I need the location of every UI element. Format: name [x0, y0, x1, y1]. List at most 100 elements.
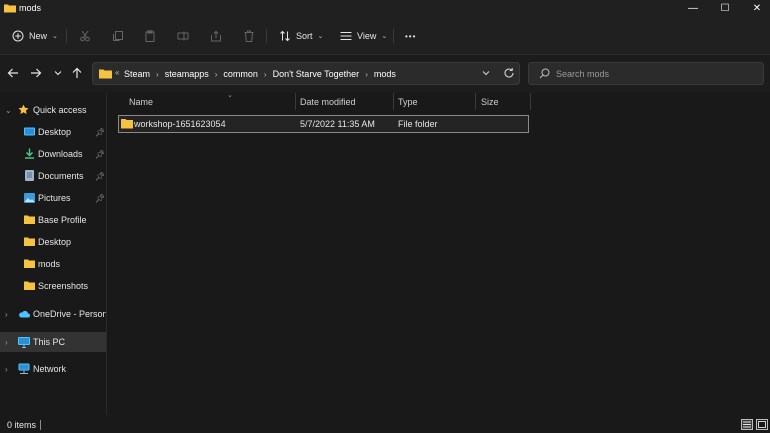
more-options-button[interactable]: •••	[405, 27, 416, 45]
recent-locations-button[interactable]	[49, 65, 67, 83]
navigation-pane: ⌄ Quick access Desktop 📌︎ Downloads 📌︎ D…	[0, 93, 115, 415]
pictures-icon	[24, 193, 35, 205]
chevron-right-icon[interactable]: ›	[365, 70, 368, 79]
column-divider[interactable]	[475, 93, 476, 110]
sidebar-item-mods[interactable]: mods	[0, 254, 106, 274]
plus-circle-icon	[12, 30, 24, 42]
up-button[interactable]	[68, 65, 86, 83]
delete-button[interactable]	[243, 27, 255, 45]
document-icon	[25, 170, 34, 183]
crumb-steamapps[interactable]: steamapps	[165, 69, 209, 79]
maximize-button[interactable]: ☐	[709, 0, 741, 17]
sidebar-item-label: Quick access	[33, 105, 87, 115]
column-divider[interactable]	[393, 93, 394, 110]
folder-icon	[24, 259, 35, 270]
file-list: Name ⌄ Date modified Type Size workshop-…	[107, 92, 770, 415]
window-title: mods	[19, 3, 42, 13]
forward-button[interactable]	[27, 65, 45, 83]
cut-button[interactable]	[79, 27, 91, 45]
arrow-left-icon	[7, 67, 19, 81]
breadcrumb: Steam › steamapps › common › Don't Starv…	[124, 69, 396, 79]
sidebar-item-label: OneDrive - Personal	[33, 309, 115, 319]
star-icon	[18, 104, 29, 117]
sidebar-item-screenshots[interactable]: Screenshots	[0, 276, 106, 296]
desktop-icon	[24, 127, 35, 139]
sidebar-item-quick-access[interactable]: ⌄ Quick access	[0, 100, 106, 120]
chevron-down-icon: ⌄	[52, 33, 58, 40]
details-view-button[interactable]	[741, 419, 753, 430]
table-row[interactable]: workshop-1651623054 5/7/2022 11:35 AM Fi…	[118, 115, 529, 133]
sidebar-item-label: Network	[33, 364, 67, 374]
file-date: 5/7/2022 11:35 AM	[300, 119, 375, 129]
column-header-name[interactable]: Name ⌄	[129, 92, 295, 110]
column-header-date[interactable]: Date modified	[300, 93, 392, 110]
chevron-down-icon[interactable]: ⌄	[5, 106, 12, 115]
sidebar-item-network[interactable]: › Network	[0, 359, 106, 379]
column-header-type[interactable]: Type	[398, 93, 474, 110]
column-divider[interactable]	[295, 93, 296, 110]
sidebar-item-base-profile[interactable]: Base Profile	[0, 210, 106, 230]
status-divider	[40, 420, 41, 430]
copy-icon	[112, 30, 124, 42]
search-input[interactable]	[556, 66, 756, 81]
share-button[interactable]	[210, 27, 222, 45]
rename-button[interactable]	[177, 27, 189, 45]
chevron-right-icon[interactable]: ›	[5, 338, 8, 347]
folder-icon	[121, 118, 133, 131]
search-box[interactable]	[528, 62, 764, 85]
sidebar-item-label: Desktop	[38, 127, 72, 137]
sidebar-item-onedrive[interactable]: › OneDrive - Personal	[0, 304, 115, 324]
sidebar-item-desktop-folder[interactable]: Desktop	[0, 232, 106, 252]
crumb-steam[interactable]: Steam	[124, 69, 150, 79]
refresh-button[interactable]	[503, 67, 515, 81]
large-icons-view-button[interactable]	[756, 419, 768, 430]
sidebar-item-label: Pictures	[38, 193, 71, 203]
close-button[interactable]: ✕	[741, 0, 770, 17]
toolbar-divider	[66, 29, 67, 43]
toolbar-divider	[266, 29, 267, 43]
chevron-right-icon[interactable]: ›	[264, 70, 267, 79]
back-button[interactable]	[4, 65, 22, 83]
address-bar[interactable]: « Steam › steamapps › common › Don't Sta…	[92, 62, 520, 85]
arrow-right-icon	[30, 67, 42, 81]
chevron-right-icon[interactable]: ›	[5, 365, 8, 374]
status-bar: 0 items	[0, 415, 770, 433]
sidebar-item-desktop[interactable]: Desktop 📌︎	[0, 122, 106, 142]
chevron-down-icon: ⌄	[381, 33, 388, 40]
refresh-icon	[504, 68, 514, 78]
rename-icon	[177, 30, 189, 42]
pin-icon: 📌︎	[95, 127, 106, 137]
folder-icon	[99, 68, 112, 81]
details-view-icon	[743, 421, 751, 428]
crumb-common[interactable]: common	[223, 69, 258, 79]
chevron-right-icon[interactable]: ›	[215, 70, 218, 79]
crumb-mods[interactable]: mods	[374, 69, 396, 79]
column-divider[interactable]	[530, 93, 531, 110]
overflow-crumbs-button[interactable]: «	[115, 68, 119, 77]
sidebar-item-label: Documents	[38, 171, 84, 181]
chevron-right-icon[interactable]: ›	[5, 310, 8, 319]
paste-button[interactable]	[144, 27, 156, 45]
new-button[interactable]: New ⌄	[12, 27, 58, 45]
search-icon	[539, 68, 550, 81]
copy-button[interactable]	[112, 27, 124, 45]
item-count: 0 items	[7, 420, 37, 430]
crumb-dont-starve-together[interactable]: Don't Starve Together	[273, 69, 360, 79]
address-history-dropdown[interactable]	[481, 68, 491, 80]
computer-icon	[18, 337, 30, 350]
column-header-size[interactable]: Size	[481, 93, 529, 110]
minimize-button[interactable]: —	[677, 0, 709, 17]
sort-button[interactable]: Sort ⌄	[279, 27, 323, 45]
file-name: workshop-1651623054	[134, 119, 226, 129]
sidebar-item-pictures[interactable]: Pictures 📌︎	[0, 188, 106, 208]
sidebar-item-documents[interactable]: Documents 📌︎	[0, 166, 106, 186]
title-bar: mods — ☐ ✕	[0, 0, 770, 17]
sort-label: Sort	[296, 31, 313, 41]
pin-icon: 📌︎	[95, 193, 106, 203]
sidebar-item-label: Base Profile	[38, 215, 87, 225]
command-bar: New ⌄ Sort ⌄ View ⌄ •••	[0, 17, 770, 55]
sidebar-item-downloads[interactable]: Downloads 📌︎	[0, 144, 106, 164]
view-button[interactable]: View ⌄	[340, 27, 387, 45]
chevron-right-icon[interactable]: ›	[156, 70, 159, 79]
sidebar-item-this-pc[interactable]: › This PC	[0, 332, 106, 352]
